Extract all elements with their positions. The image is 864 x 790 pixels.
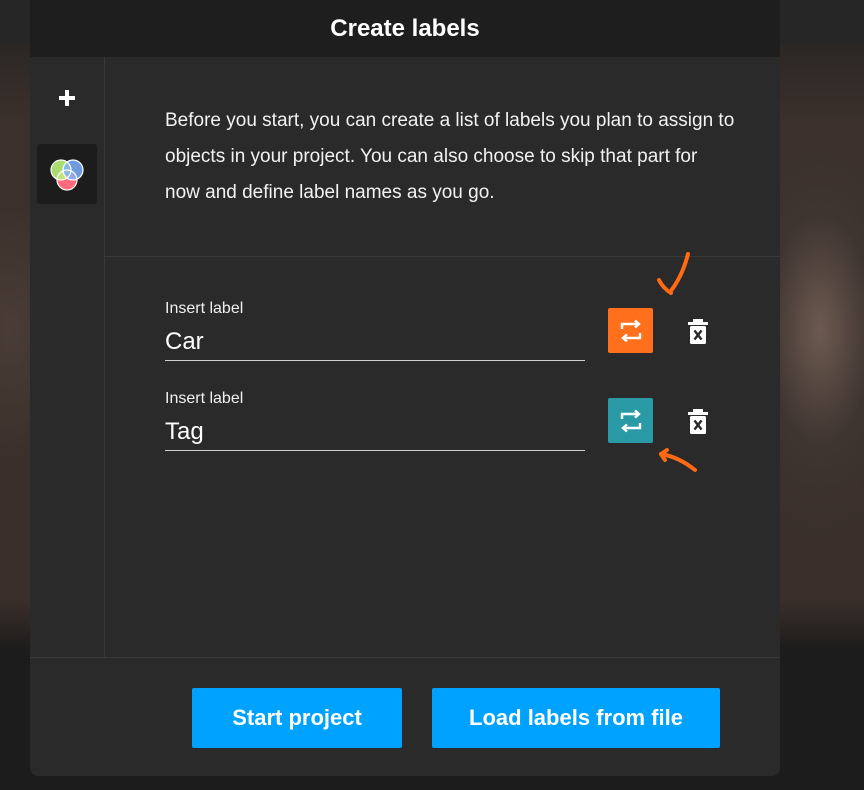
label-caption: Insert label [165,300,244,317]
change-color-button[interactable] [608,308,653,353]
load-labels-button[interactable]: Load labels from file [432,688,720,748]
trash-icon [688,409,708,434]
refresh-color-icon [620,409,641,432]
modal-header: Create labels [30,0,780,57]
trash-icon [688,319,708,344]
change-color-button[interactable] [608,398,653,443]
label-caption: Insert label [165,390,244,407]
add-label-icon[interactable] [54,85,80,111]
create-labels-modal: Create labels Before you start, you can … [30,0,780,776]
color-circles-icon[interactable] [37,144,97,204]
modal-title: Create labels [330,14,480,42]
modal-content: Before you start, you can create a list … [105,57,780,657]
delete-label-button[interactable] [685,407,711,437]
label-row: Insert label [165,300,585,370]
delete-label-button[interactable] [685,317,711,347]
label-row: Insert label [165,390,585,460]
start-project-button[interactable]: Start project [192,688,402,748]
divider [105,256,780,257]
sidebar [30,57,105,657]
label-name-input[interactable] [165,414,585,451]
description-text: Before you start, you can create a list … [165,110,735,203]
label-name-input[interactable] [165,324,585,361]
footer-divider [30,657,780,658]
refresh-color-icon [620,319,641,342]
